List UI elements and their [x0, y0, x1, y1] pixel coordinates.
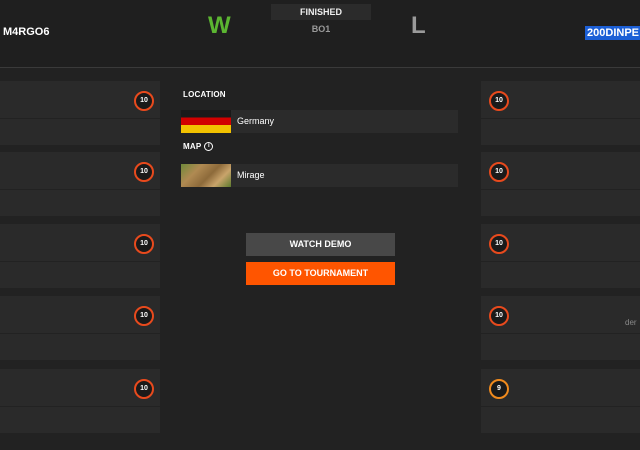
skill-level-badge: 10	[134, 91, 154, 111]
skill-level-badge: 10	[489, 306, 509, 326]
right-player-card[interactable]: 10	[481, 81, 640, 145]
divider	[481, 261, 640, 262]
location-label: LOCATION	[183, 90, 226, 99]
team-left-result: W	[208, 12, 231, 39]
skill-level-badge: 9	[489, 379, 509, 399]
info-icon[interactable]: i	[204, 142, 214, 152]
right-player-card[interactable]: 9	[481, 369, 640, 433]
skill-level-badge: 10	[489, 162, 509, 182]
player-name-fragment: der	[625, 318, 637, 327]
divider	[481, 333, 640, 334]
map-label-row: MAP i	[183, 142, 214, 152]
divider	[0, 118, 160, 119]
skill-level-badge: 10	[134, 306, 154, 326]
left-player-card[interactable]: 10	[0, 369, 160, 433]
right-player-card[interactable]: 10	[481, 224, 640, 288]
left-player-card[interactable]: 10	[0, 296, 160, 360]
divider	[481, 118, 640, 119]
match-format: BO1	[311, 24, 331, 34]
map-value: Mirage	[237, 170, 265, 180]
divider	[481, 406, 640, 407]
map-label: MAP	[183, 142, 202, 151]
team-right-name[interactable]: 200DINPE	[585, 26, 640, 40]
team-right-result: L	[411, 12, 426, 39]
right-player-card[interactable]: 10	[481, 152, 640, 216]
divider	[0, 189, 160, 190]
divider	[0, 261, 160, 262]
skill-level-badge: 10	[134, 234, 154, 254]
watch-demo-button[interactable]: WATCH DEMO	[246, 233, 395, 256]
skill-level-badge: 10	[489, 91, 509, 111]
map-row: Mirage	[181, 164, 458, 187]
location-row: Germany	[181, 110, 458, 133]
team-left-name[interactable]: M4RGO6	[3, 26, 49, 38]
left-player-card[interactable]: 10	[0, 152, 160, 216]
go-to-tournament-button[interactable]: GO TO TOURNAMENT	[246, 262, 395, 285]
map-thumbnail-image	[181, 164, 231, 187]
match-header: M4RGO6 W FINISHED BO1 L 200DINPE	[0, 0, 640, 68]
left-player-card[interactable]: 10	[0, 224, 160, 288]
location-value: Germany	[237, 116, 275, 126]
divider	[0, 406, 160, 407]
skill-level-badge: 10	[134, 162, 154, 182]
divider	[481, 189, 640, 190]
germany-flag-icon	[181, 110, 231, 133]
skill-level-badge: 10	[134, 379, 154, 399]
left-player-card[interactable]: 10	[0, 81, 160, 145]
divider	[0, 333, 160, 334]
skill-level-badge: 10	[489, 234, 509, 254]
right-player-card[interactable]: 10 der	[481, 296, 640, 360]
match-status: FINISHED	[271, 4, 371, 20]
